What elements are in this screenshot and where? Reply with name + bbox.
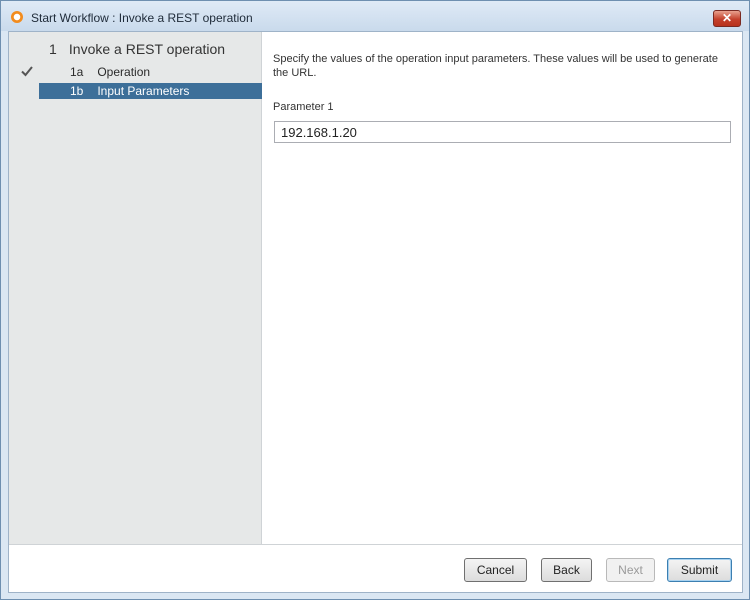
dialog-content: 1 Invoke a REST operation 1a Operation 1… bbox=[8, 31, 743, 593]
close-button[interactable]: ✕ bbox=[713, 10, 741, 27]
parameter-1-label: Parameter 1 bbox=[273, 101, 334, 113]
back-button[interactable]: Back bbox=[541, 558, 592, 582]
substep-label: Operation bbox=[97, 65, 151, 79]
substep-number: 1a bbox=[70, 65, 84, 79]
substep-number: 1b bbox=[70, 84, 84, 98]
substep-label: Input Parameters bbox=[97, 84, 190, 98]
substep-input-parameters[interactable]: 1b Input Parameters bbox=[39, 83, 262, 99]
parameters-panel: Specify the values of the operation inpu… bbox=[271, 32, 741, 544]
parameter-1-input[interactable] bbox=[274, 121, 731, 143]
workflow-dialog: Start Workflow : Invoke a REST operation… bbox=[0, 0, 750, 600]
step-heading: 1 Invoke a REST operation bbox=[49, 41, 225, 57]
instructions-text: Specify the values of the operation inpu… bbox=[273, 53, 718, 79]
app-icon bbox=[11, 11, 23, 23]
step-label: Invoke a REST operation bbox=[68, 41, 226, 57]
next-button[interactable]: Next bbox=[606, 558, 655, 582]
button-bar: Cancel Back Next Submit bbox=[9, 544, 742, 592]
cancel-button[interactable]: Cancel bbox=[464, 558, 527, 582]
checkmark-icon bbox=[21, 66, 33, 77]
window-title: Start Workflow : Invoke a REST operation bbox=[31, 11, 253, 25]
step-number: 1 bbox=[49, 41, 57, 57]
steps-sidebar: 1 Invoke a REST operation 1a Operation 1… bbox=[9, 32, 262, 544]
title-bar[interactable]: Start Workflow : Invoke a REST operation… bbox=[1, 1, 749, 31]
substep-operation[interactable]: 1a Operation bbox=[39, 64, 262, 80]
submit-button[interactable]: Submit bbox=[667, 558, 732, 582]
